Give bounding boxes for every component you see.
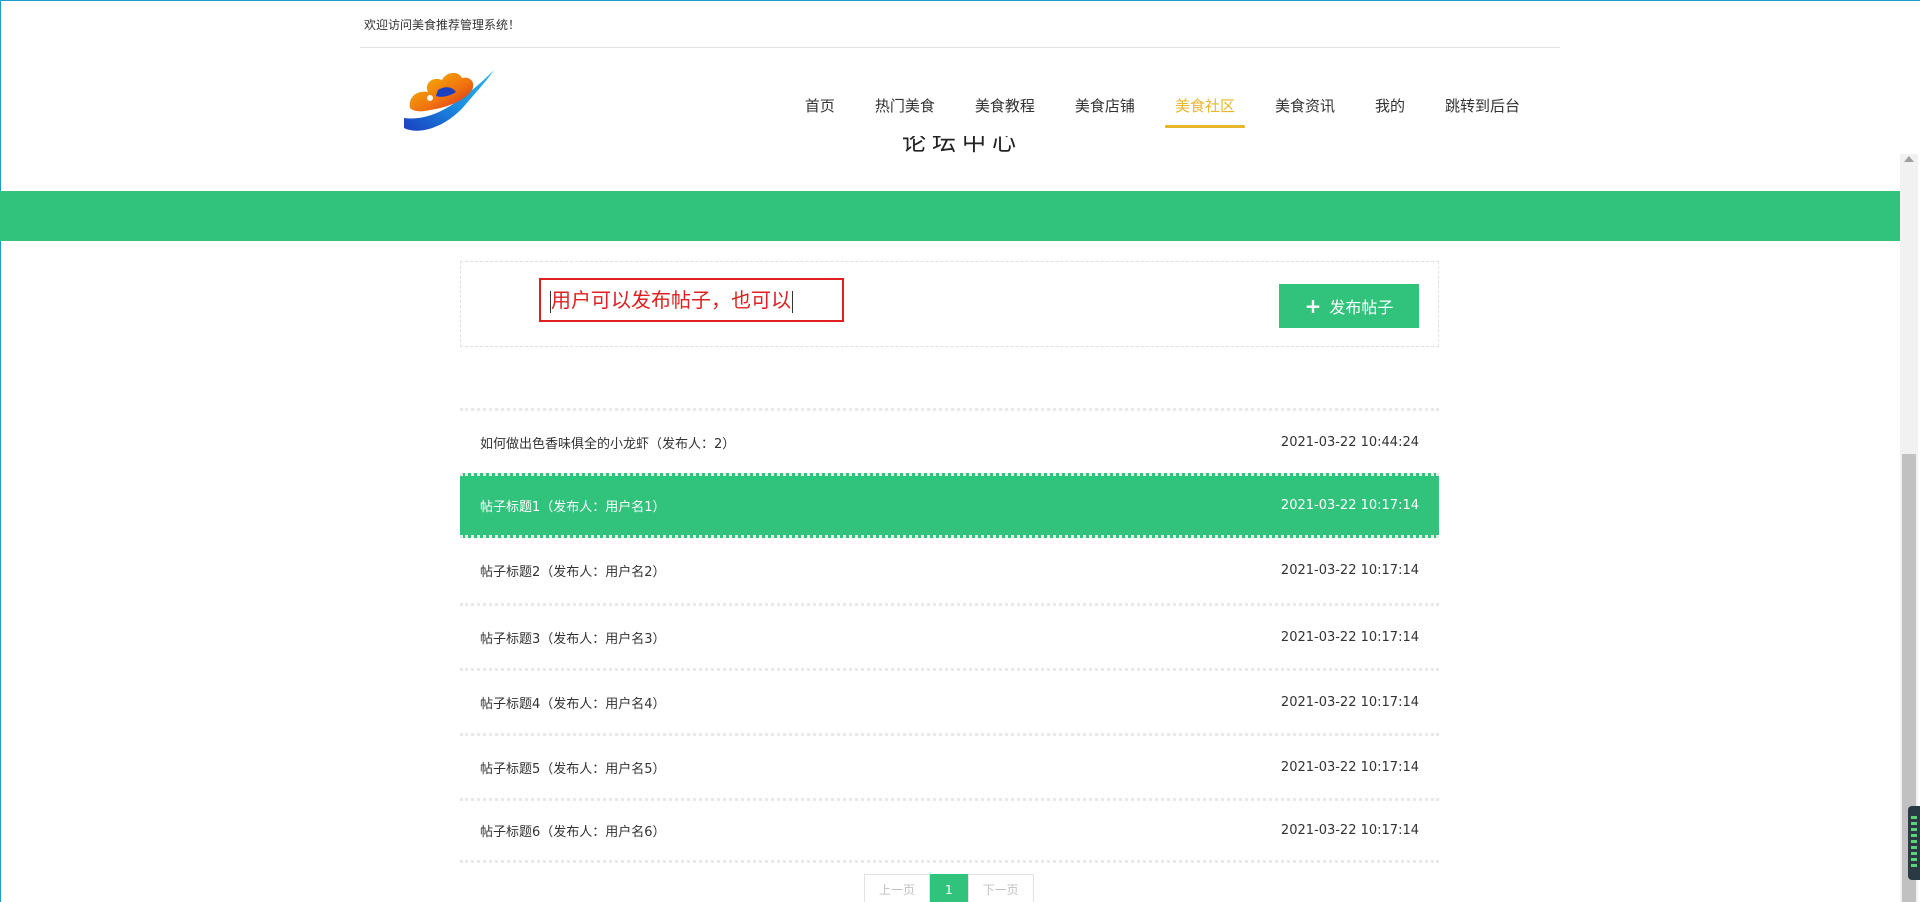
post-title: 帖子标题5（发布人：用户名5） — [480, 761, 666, 777]
publish-post-label: 发布帖子 — [1329, 298, 1394, 317]
page: 欢迎访问美食推荐管理系统！ 论坛中心 首页 热门美食 美食教程 美食店铺 美食社… — [0, 0, 1920, 902]
nav-item-news[interactable]: 美食资讯 — [1265, 96, 1345, 128]
plus-icon: + — [1304, 294, 1322, 318]
nav-item-tutorials[interactable]: 美食教程 — [965, 96, 1045, 128]
post-time: 2021-03-22 10:17:14 — [1280, 759, 1419, 775]
text-cursor — [792, 290, 793, 313]
nav-item-shops[interactable]: 美食店铺 — [1065, 96, 1145, 128]
post-time: 2021-03-22 10:17:14 — [1280, 563, 1419, 578]
prev-page-button[interactable]: 上一页 — [864, 874, 931, 902]
post-list: 如何做出色香味俱全的小龙虾（发布人：2） 2021-03-22 10:44:24… — [460, 408, 1439, 863]
green-banner — [0, 191, 1900, 241]
nav-item-community[interactable]: 美食社区 — [1164, 96, 1245, 128]
post-title: 帖子标题3（发布人：用户名3） — [480, 631, 666, 647]
vertical-scrollbar[interactable] — [1900, 154, 1918, 902]
post-time: 2021-03-22 10:17:14 — [1280, 498, 1419, 513]
annotation-text: 用户可以发布帖子，也可以 — [551, 288, 791, 312]
post-row[interactable]: 帖子标题6（发布人：用户名6） 2021-03-22 10:17:14 — [460, 798, 1439, 863]
page-number-button[interactable]: 1 — [930, 874, 968, 902]
window-edge — [0, 0, 1, 902]
welcome-text: 欢迎访问美食推荐管理系统！ — [364, 18, 521, 32]
post-row[interactable]: 帖子标题1（发布人：用户名1） 2021-03-22 10:17:14 — [460, 473, 1439, 538]
post-time: 2021-03-22 10:17:14 — [1280, 694, 1419, 710]
side-widget-icon[interactable] — [1908, 806, 1920, 880]
post-title: 帖子标题1（发布人：用户名1） — [480, 500, 666, 515]
action-box: 用户可以发布帖子，也可以 + 发布帖子 — [460, 261, 1439, 347]
post-time: 2021-03-22 10:44:24 — [1280, 434, 1419, 450]
site-header: 首页 热门美食 美食教程 美食店铺 美食社区 美食资讯 我的 跳转到后台 — [360, 48, 1560, 148]
main-nav: 首页 热门美食 美食教程 美食店铺 美食社区 美食资讯 我的 跳转到后台 — [785, 96, 1540, 128]
nav-item-hot-food[interactable]: 热门美食 — [865, 96, 945, 128]
nav-item-home[interactable]: 首页 — [795, 96, 845, 128]
post-title: 帖子标题2（发布人：用户名2） — [480, 565, 666, 580]
nav-item-mine[interactable]: 我的 — [1365, 96, 1415, 128]
post-row[interactable]: 帖子标题2（发布人：用户名2） 2021-03-22 10:17:14 — [460, 538, 1439, 603]
nav-item-admin[interactable]: 跳转到后台 — [1435, 96, 1530, 128]
post-row[interactable]: 帖子标题3（发布人：用户名3） 2021-03-22 10:17:14 — [460, 603, 1439, 668]
publish-post-button[interactable]: + 发布帖子 — [1279, 284, 1419, 328]
post-title: 如何做出色香味俱全的小龙虾（发布人：2） — [480, 436, 736, 452]
logo-icon[interactable] — [400, 62, 496, 138]
post-row[interactable]: 如何做出色香味俱全的小龙虾（发布人：2） 2021-03-22 10:44:24 — [460, 408, 1439, 473]
post-row[interactable]: 帖子标题5（发布人：用户名5） 2021-03-22 10:17:14 — [460, 733, 1439, 798]
post-row[interactable]: 帖子标题4（发布人：用户名4） 2021-03-22 10:17:14 — [460, 668, 1439, 733]
pagination: 上一页 1 下一页 — [864, 874, 1034, 902]
post-title: 帖子标题4（发布人：用户名4） — [480, 696, 666, 712]
post-time: 2021-03-22 10:17:14 — [1280, 823, 1419, 838]
post-title: 帖子标题6（发布人：用户名6） — [480, 825, 666, 840]
next-page-button[interactable]: 下一页 — [967, 874, 1034, 902]
annotation-box: 用户可以发布帖子，也可以 — [539, 278, 844, 322]
top-bar: 欢迎访问美食推荐管理系统！ — [360, 0, 1560, 48]
scroll-up-arrow-icon[interactable] — [1904, 156, 1914, 162]
post-time: 2021-03-22 10:17:14 — [1280, 629, 1419, 645]
